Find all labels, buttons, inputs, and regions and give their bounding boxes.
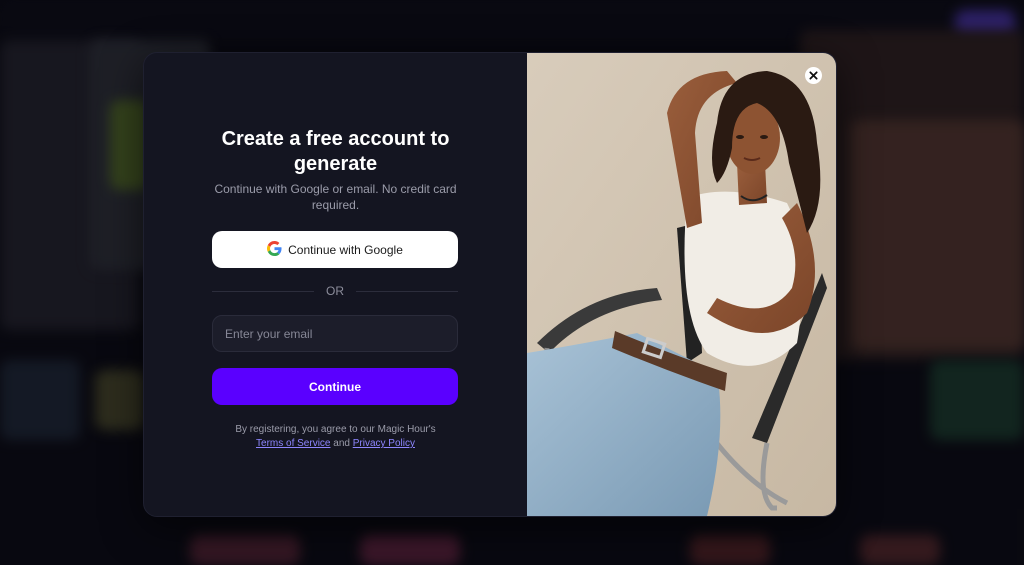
legal-prefix: By registering, you agree to our Magic H… — [235, 424, 436, 435]
signup-modal: Create a free account to generate Contin… — [143, 52, 837, 517]
privacy-link[interactable]: Privacy Policy — [353, 438, 415, 449]
divider-text: OR — [326, 284, 344, 298]
google-signin-button[interactable]: Continue with Google — [212, 231, 458, 268]
close-icon — [809, 71, 818, 80]
or-divider: OR — [212, 284, 458, 298]
signup-form-panel: Create a free account to generate Contin… — [144, 53, 527, 516]
continue-button[interactable]: Continue — [212, 368, 458, 405]
modal-subtitle: Continue with Google or email. No credit… — [214, 182, 457, 212]
google-icon — [267, 240, 282, 259]
photo-illustration — [527, 53, 836, 516]
divider-line — [356, 290, 458, 292]
model-photo — [527, 53, 836, 516]
close-button[interactable] — [805, 67, 822, 84]
divider-line — [212, 290, 314, 292]
legal-text: By registering, you agree to our Magic H… — [204, 423, 467, 451]
email-field[interactable] — [212, 315, 458, 352]
google-button-label: Continue with Google — [288, 242, 403, 257]
terms-link[interactable]: Terms of Service — [256, 438, 330, 449]
modal-title: Create a free account to generate — [221, 128, 450, 175]
legal-and: and — [333, 438, 350, 449]
